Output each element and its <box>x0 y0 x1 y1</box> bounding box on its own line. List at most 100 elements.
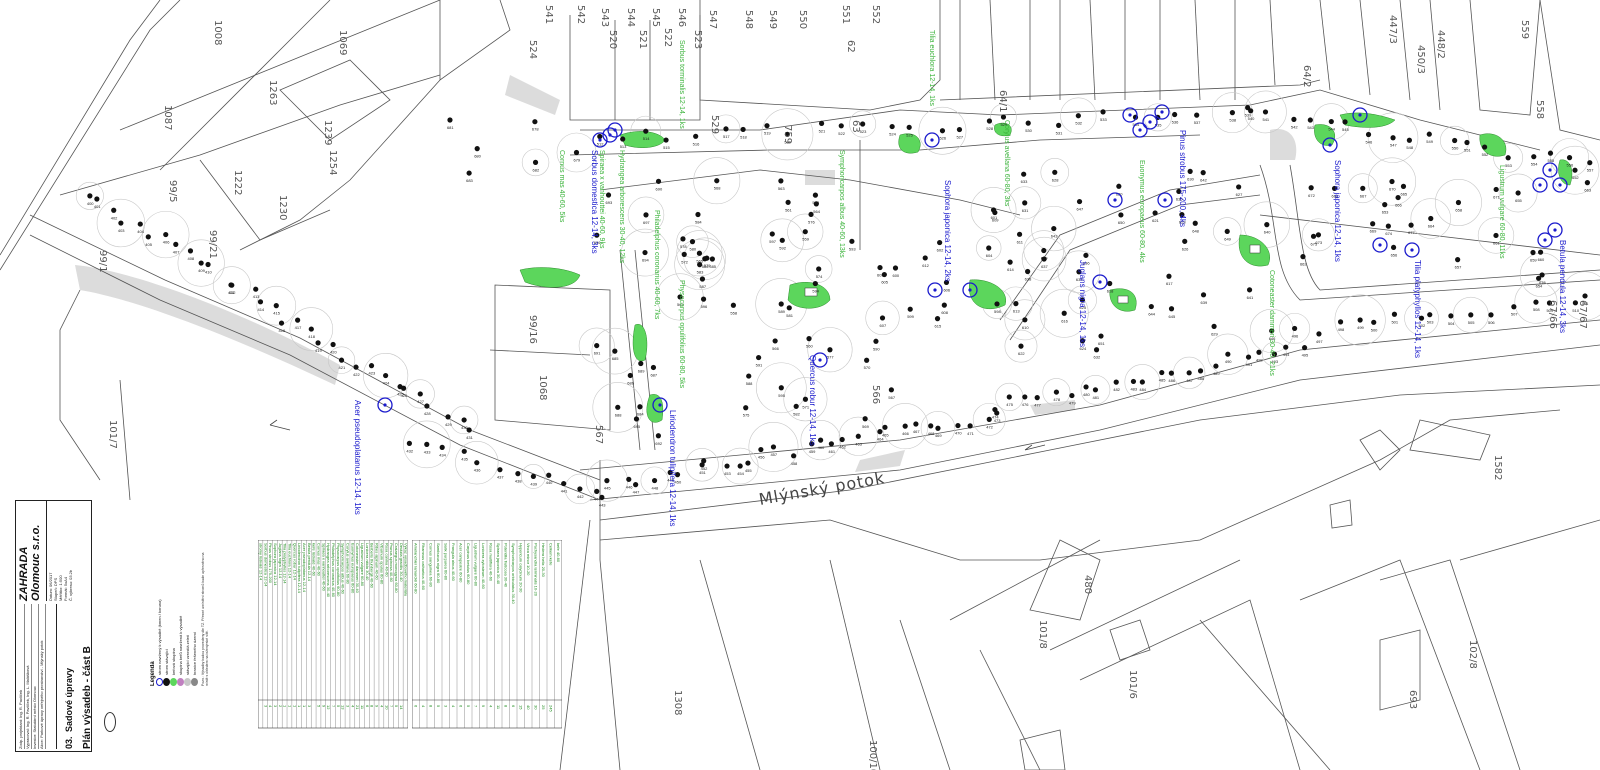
existing-tree-dot <box>802 229 808 235</box>
tree-number: 444 <box>594 496 601 501</box>
existing-tree-dot <box>934 316 941 322</box>
legend-label: hranice řešeného území <box>192 632 197 675</box>
tree-number: 578 <box>680 244 687 249</box>
tree-number: 475 <box>1006 402 1013 407</box>
tree-number: 612 <box>922 263 929 268</box>
tree-number: 690 <box>656 186 663 191</box>
tree-number: 688 <box>615 412 622 417</box>
tree-number: 622 <box>1018 351 1025 356</box>
existing-tree-dot <box>466 170 472 176</box>
tree-number: 546 <box>1366 139 1373 144</box>
existing-tree-dot <box>663 137 669 143</box>
table-row-qty: 40 <box>526 705 531 710</box>
existing-tree-dot <box>273 303 279 309</box>
existing-tree-dot <box>681 251 687 257</box>
existing-tree-dot <box>730 302 736 308</box>
existing-tree-dot <box>1382 202 1388 208</box>
parcel-number: 102/8 <box>1467 640 1478 669</box>
tree-number: 679 <box>573 157 580 162</box>
parcel-number: 450/3 <box>1415 45 1426 74</box>
tree-number: 651 <box>1098 341 1105 346</box>
existing-tree-dot <box>1315 232 1322 238</box>
tree-number: 496 <box>1292 333 1299 338</box>
tree-number: 544 <box>1328 127 1335 132</box>
tree-number: 674 <box>1385 231 1392 236</box>
tree-number: 640 <box>1264 230 1271 235</box>
existing-tree-dot <box>1083 384 1089 390</box>
parcel-number: 547 <box>707 10 718 29</box>
tree-number: 641 <box>1247 295 1254 300</box>
parcel-number: 550 <box>797 10 808 29</box>
tree-number: 407 <box>173 249 180 254</box>
tree-number: 685 <box>612 356 619 361</box>
tree-number: 666 <box>1395 203 1402 208</box>
existing-tree-dot <box>1448 313 1454 319</box>
existing-tree-dot <box>802 396 809 402</box>
existing-tree-dot <box>353 364 359 370</box>
tree-number: 549 <box>1426 139 1433 144</box>
plant-table-1: stromy listnaté 12-14 Sorbus domestica 12… <box>258 540 408 729</box>
existing-tree-dot <box>862 416 868 422</box>
existing-tree-dot <box>1371 319 1377 325</box>
existing-tree-dot <box>1357 317 1363 323</box>
existing-tree-dot <box>1488 312 1494 318</box>
existing-tree-dot <box>532 119 538 125</box>
tree-number: 486 <box>1168 378 1175 383</box>
table-row-label: Pachysandra terminalis 10-20 <box>533 543 538 597</box>
existing-tree-dot <box>1130 378 1137 385</box>
tree-number: 667 <box>1360 193 1367 198</box>
tree-number: 477 <box>1034 403 1041 408</box>
existing-tree-dot <box>769 231 775 237</box>
tree-number: 692 <box>655 441 662 446</box>
tree-number: 576 <box>808 219 815 224</box>
existing-tree-dot <box>424 403 430 409</box>
existing-tree-dot <box>695 211 701 218</box>
title-block-row: Zodp. projektant: Ing. R. Pavlíček <box>18 604 25 749</box>
tree-number: 627 <box>1236 192 1243 197</box>
tree-number: 557 <box>1587 168 1594 173</box>
tree-number: 525 <box>906 132 913 137</box>
existing-tree-dot <box>1539 272 1545 278</box>
existing-tree-dot <box>1547 150 1554 156</box>
tree-number: 552 <box>1482 152 1489 157</box>
existing-tree-dot <box>1075 113 1081 119</box>
tree-number: 421 <box>339 365 346 370</box>
legend-swatch <box>177 678 184 686</box>
parcel-number: 101/8 <box>1037 620 1048 649</box>
tree-number: 443 <box>599 502 606 507</box>
table-row-label: Sambucus nigra 60-80 <box>436 543 441 584</box>
existing-tree-dot <box>1116 183 1122 189</box>
tree-number: 686 <box>627 380 634 385</box>
table-row-label: Hypericum calycinum 20-30 <box>518 543 523 593</box>
existing-tree-dot <box>1301 345 1308 351</box>
legend-swatch <box>170 678 177 686</box>
tree-label: Liriodendron tulipifera 12-14, 1ks <box>668 410 677 527</box>
existing-tree-dot <box>1006 394 1012 400</box>
tree-number: 454 <box>737 471 744 476</box>
existing-tree-dot <box>187 248 194 254</box>
title-block-right: Datum: 06/2017 Stupeň: DPS Měřítko: 1:500 F… <box>48 503 73 601</box>
existing-tree-dot <box>1093 347 1100 353</box>
tree-number: 596 <box>701 304 708 309</box>
existing-tree-dot <box>1118 212 1124 218</box>
tree-number: 401 <box>94 204 101 209</box>
tree-number: 516 <box>693 141 700 146</box>
existing-tree-dot <box>1406 137 1412 143</box>
existing-tree-dot <box>1152 210 1158 216</box>
legend-item: strom navržený k výsadbě (kmen / koruna) <box>156 540 163 686</box>
tree-number: 406 <box>163 240 170 245</box>
existing-tree-dot <box>1187 168 1193 174</box>
tree-number: 605 <box>881 280 888 285</box>
existing-tree-dot <box>992 406 998 413</box>
tree-number: 530 <box>1025 128 1032 133</box>
tree-number: 442 <box>577 494 584 499</box>
tree-number: 606 <box>943 287 950 292</box>
existing-tree-dot <box>701 458 707 464</box>
tree-number: 542 <box>1291 124 1298 129</box>
tree-number: 632 <box>1094 355 1101 360</box>
existing-tree-dot <box>1052 169 1058 175</box>
existing-tree-dot <box>651 477 658 484</box>
shrub-label: Philadelphus coronarius 40-60, 7ks <box>653 210 660 320</box>
existing-tree-dot <box>1061 310 1067 316</box>
tree-number: 456 <box>758 455 765 460</box>
